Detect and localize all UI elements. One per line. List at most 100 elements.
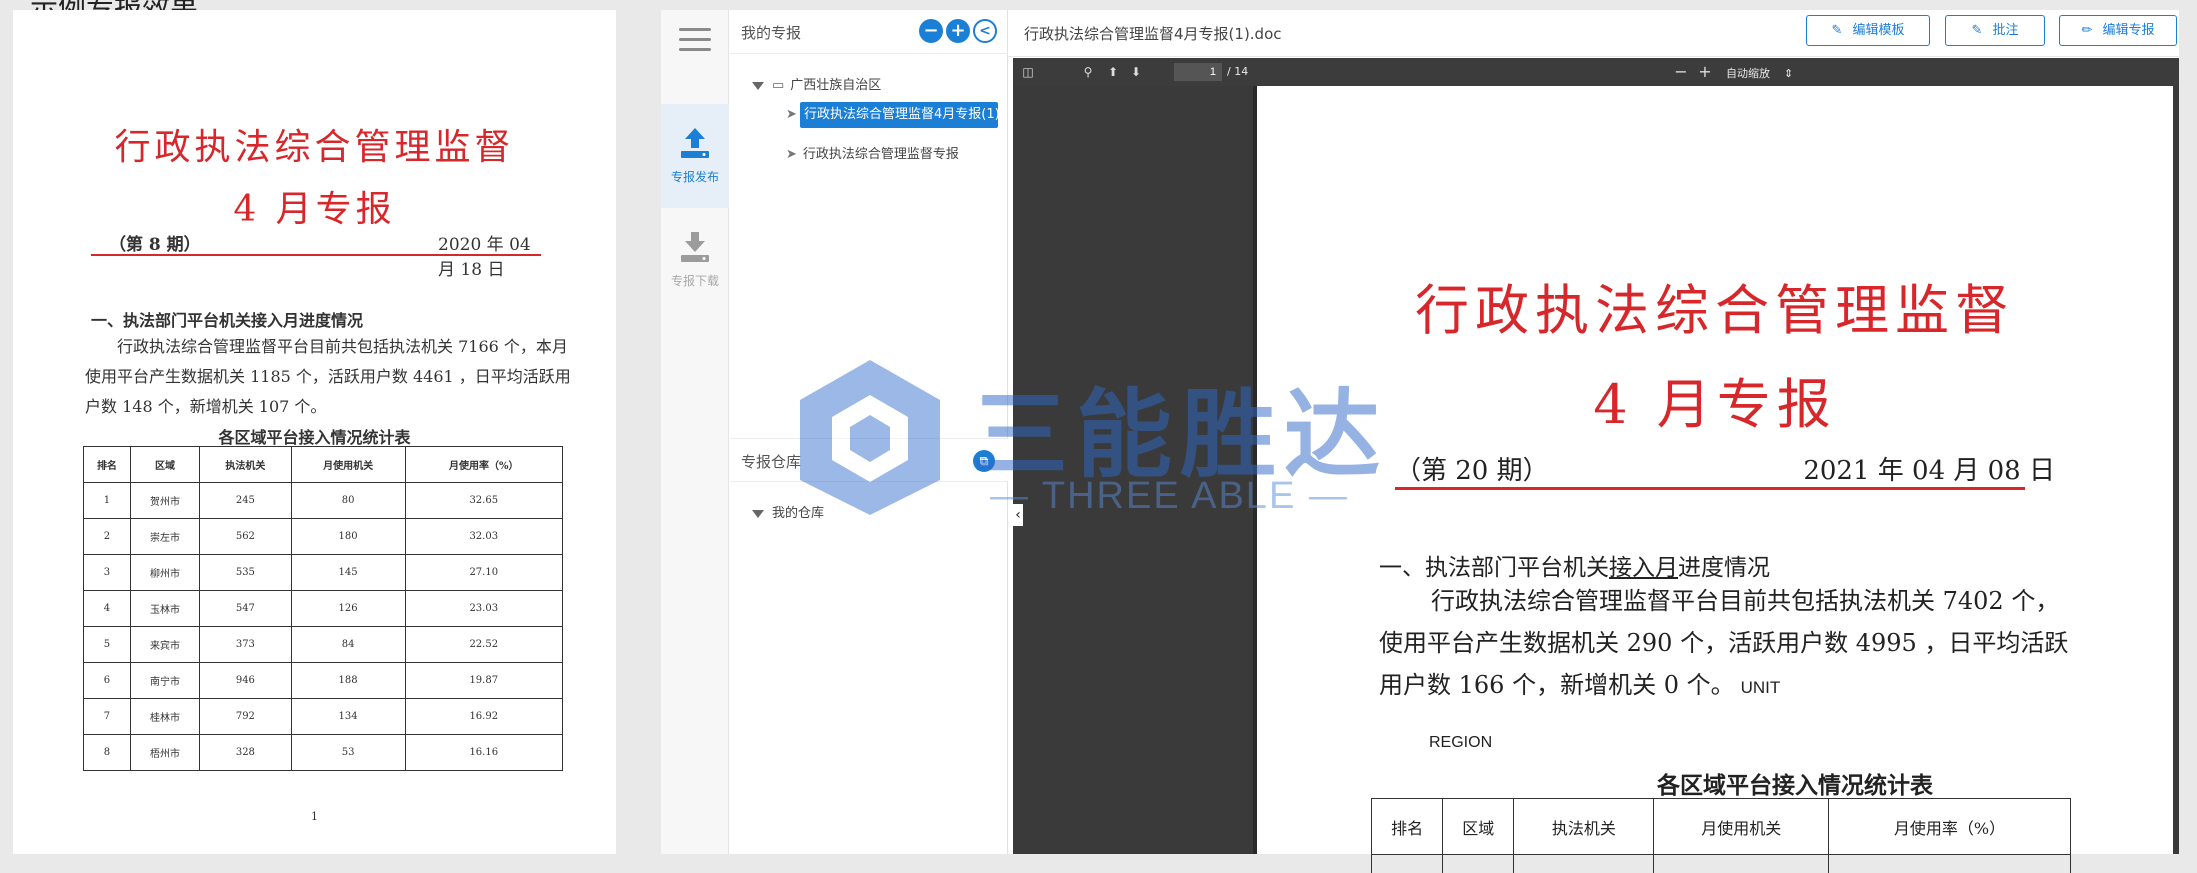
table-header: 区域 (1442, 798, 1515, 855)
pdf-section-title: 一、执法部门平台机关接入月进度情况 (1379, 548, 1770, 582)
table-header: 排名 (83, 446, 131, 483)
send-icon: ➤ (786, 107, 797, 122)
doc-table-caption: 各区域平台接入情况统计表 (218, 428, 411, 447)
button-label: 编辑专报 (2102, 23, 2155, 38)
table-cell: 134 (290, 698, 406, 735)
pdf-toolbar: ◫ ⚲ ⬆ ⬇ / 14 − + 自动缩放 ⇕ (1013, 58, 2179, 86)
table-cell: 32.65 (404, 482, 564, 519)
table-header: 排名 (1370, 798, 1444, 855)
send-icon: ➤ (786, 147, 797, 162)
doc-date: 2020 年 04 月 18 日 (438, 235, 531, 280)
zoom-select[interactable]: 自动缩放 ⇕ (1726, 65, 1793, 81)
table-cell: 南宁市 (129, 662, 201, 699)
tree-title: 我的专报 (741, 24, 802, 42)
table-cell: 5 (83, 626, 131, 663)
table-cell: 6 (83, 662, 131, 699)
pdf-stats-table: 排名 区域 执法机关 月使用机关 月使用率（%） (1370, 798, 2071, 873)
repo-header: 专报仓库 ⧉ (730, 438, 1008, 482)
table-cell: 来宾市 (129, 626, 201, 663)
table-cell: 32.03 (404, 518, 564, 555)
sidebar-item-publish[interactable]: 专报发布 (661, 104, 729, 208)
table-cell: 535 (199, 554, 292, 591)
doc-title-line2: 4 月专报 (233, 189, 396, 230)
table-cell: 80 (290, 482, 406, 519)
zoom-in-icon[interactable]: + (1696, 63, 1714, 81)
pdf-paragraph: 行政执法综合管理监督平台目前共包括执法机关 7402 个，使用平台产生数据机关 … (1379, 580, 2079, 709)
table-cell: 84 (290, 626, 406, 663)
download-icon (681, 232, 709, 262)
toggle-sidebar-icon[interactable]: ◫ (1019, 63, 1037, 81)
caret-down-icon[interactable] (752, 509, 764, 518)
edit-template-button[interactable]: ✎ 编辑模板 (1806, 15, 1930, 46)
table-cell: 22.52 (404, 626, 564, 663)
section-title-underlined: 接入月 (1609, 555, 1678, 581)
table-cell: 792 (199, 698, 292, 735)
file-bar: 行政执法综合管理监督4月专报(1).doc ✎ 编辑模板 ✎ 批注 ✏ 编辑专报 (1008, 10, 2179, 57)
table-row: 2 崇左市 562 180 32.03 (83, 518, 564, 555)
pencil-icon: ✏ (2081, 23, 2093, 38)
table-cell: 23.03 (404, 590, 564, 627)
button-label: 编辑模板 (1852, 23, 1905, 38)
doc-stats-table: 排名 区域 执法机关 月使用机关 月使用率（%） 1 贺州市 245 80 32.65 2… (83, 446, 564, 771)
table-header-row: 排名 区域 执法机关 月使用机关 月使用率（%） (83, 446, 564, 483)
sidebar-item-label: 专报发布 (670, 170, 719, 184)
table-row (1370, 854, 2071, 873)
button-label: 批注 (1992, 23, 2019, 38)
table-cell: 145 (290, 554, 406, 591)
page-number-input[interactable] (1174, 63, 1222, 81)
table-header: 月使用率（%） (1828, 798, 2071, 855)
table-cell: 2 (83, 518, 131, 555)
annotate-button[interactable]: ✎ 批注 (1945, 15, 2045, 46)
tree-item[interactable]: ➤ 行政执法综合管理监督专报 (786, 143, 959, 162)
previous-page-icon[interactable]: ⬆ (1104, 63, 1122, 81)
page-total: / 14 (1227, 65, 1249, 78)
tree-item-label: 行政执法综合管理监督专报 (802, 147, 959, 162)
doc-page-number: 1 (311, 810, 318, 823)
tree-header: 我的专报 − + < (730, 10, 1008, 54)
table-cell: 8 (83, 734, 131, 771)
report-tree-panel: 我的专报 − + < ▭ 广西壮族自治区 ➤ 行政执法综合管理监督4月专报(1) … (730, 10, 1008, 854)
table-cell: 梧州市 (129, 734, 201, 771)
tree-node-label: 我的仓库 (772, 506, 825, 521)
sidebar-item-label: 专报下载 (670, 274, 719, 288)
zoom-value: 自动缩放 (1726, 67, 1770, 80)
doc-paragraph: 行政执法综合管理监督平台目前共包括执法机关 7166 个，本月使用平台产生数据机… (85, 337, 571, 416)
doc-meta: （第 8 期） 2020 年 04 月 18 日 (91, 230, 541, 280)
section-title-part: 进度情况 (1678, 555, 1770, 581)
table-header: 月使用机关 (290, 446, 406, 483)
table-header-row: 排名 区域 执法机关 月使用机关 月使用率（%） (1370, 798, 2071, 855)
share-icon[interactable]: < (973, 19, 997, 43)
document-viewer: 行政执法综合管理监督4月专报(1).doc ✎ 编辑模板 ✎ 批注 ✏ 编辑专报 ◫ … (1008, 10, 2179, 873)
tree-node-root[interactable]: ▭ 广西壮族自治区 (752, 74, 881, 93)
tree-node-label: 广西壮族自治区 (790, 78, 882, 93)
search-icon[interactable]: ⚲ (1079, 63, 1097, 81)
unit-label: UNIT (1740, 678, 1781, 697)
tree-node-repo[interactable]: 我的仓库 (752, 502, 824, 521)
menu-icon[interactable] (679, 28, 711, 56)
collapse-panel-icon[interactable]: ‹ (1013, 504, 1023, 526)
pdf-issue: （第 20 期） (1395, 456, 1549, 486)
table-cell: 27.10 (404, 554, 564, 591)
next-page-icon[interactable]: ⬇ (1127, 63, 1145, 81)
edit-report-button[interactable]: ✏ 编辑专报 (2059, 15, 2177, 46)
pdf-area: ‹ 行政执法综合管理监督 4 月专报 （第 20 期） 2021 年 04 月 … (1013, 86, 2179, 873)
pdf-table-caption: 各区域平台接入情况统计表 (1657, 772, 1933, 799)
copy-icon[interactable]: ⧉ (973, 450, 995, 472)
caret-down-icon[interactable] (752, 81, 764, 90)
table-cell: 53 (290, 734, 406, 771)
table-cell: 245 (199, 482, 292, 519)
add-report-button[interactable]: + (946, 19, 970, 43)
table-row: 4 玉林市 547 126 23.03 (83, 590, 564, 627)
table-header: 区域 (129, 446, 201, 483)
table-cell: 180 (290, 518, 406, 555)
table-cell: 16.92 (404, 698, 564, 735)
table-header: 执法机关 (199, 446, 292, 483)
tree-item-selected[interactable]: 行政执法综合管理监督4月专报(1) (800, 102, 998, 128)
collapse-all-button[interactable]: − (919, 19, 943, 43)
table-header: 月使用率（%） (404, 446, 564, 483)
zoom-out-icon[interactable]: − (1672, 63, 1690, 81)
file-name: 行政执法综合管理监督4月专报(1).doc (1024, 25, 1282, 43)
pdf-date: 2021 年 04 月 08 日 (1803, 456, 2055, 486)
sidebar-item-download[interactable]: 专报下载 (661, 208, 729, 312)
table-header: 月使用机关 (1653, 798, 1830, 855)
